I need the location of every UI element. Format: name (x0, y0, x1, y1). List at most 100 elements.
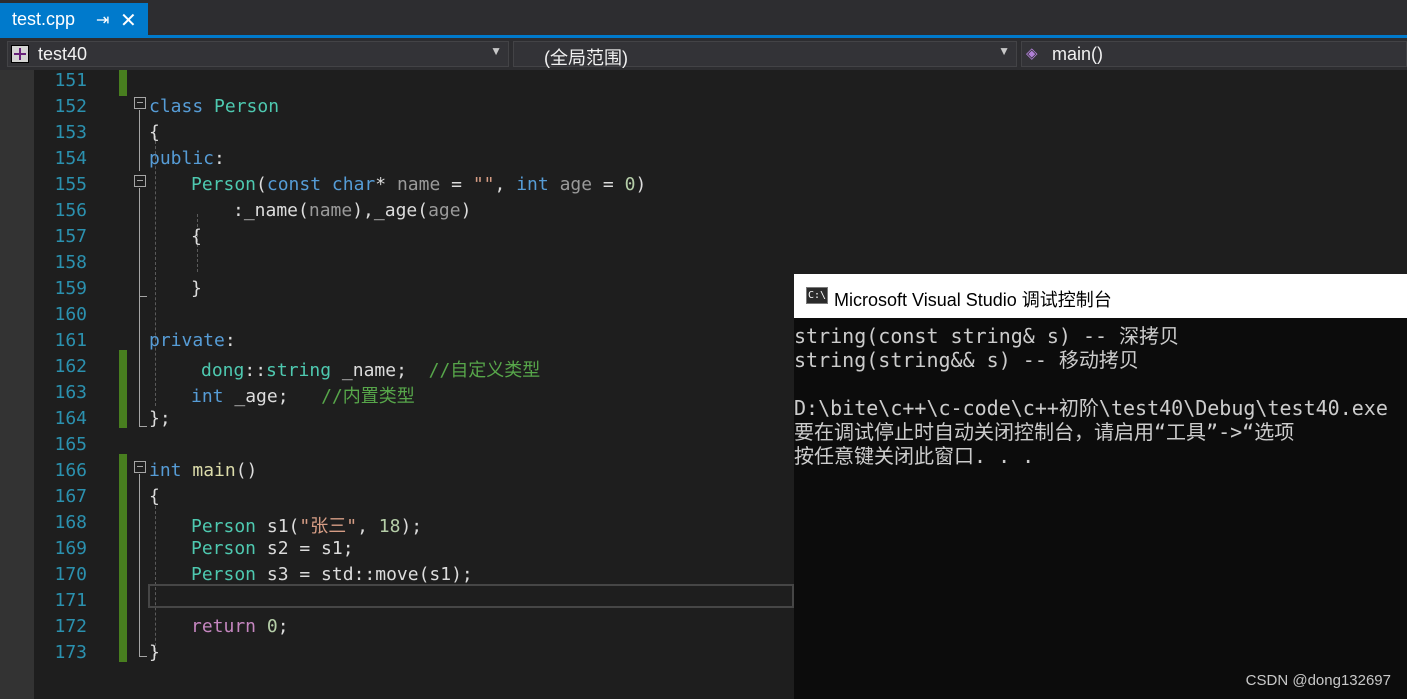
code-token: ( (256, 174, 267, 195)
code-line[interactable]: 156:_name(name),_age(age) (0, 200, 1407, 226)
code-text: class Person (149, 96, 279, 117)
line-number: 168 (54, 512, 87, 533)
code-token: Person (191, 516, 257, 537)
code-text: int main() (149, 460, 257, 481)
member-dropdown-label: main() (1052, 44, 1104, 64)
line-number: 170 (54, 564, 87, 585)
code-token: ) (460, 200, 472, 221)
code-line[interactable]: 152 class Person (0, 96, 1407, 122)
close-icon[interactable]: ✕ (120, 8, 137, 33)
chevron-down-icon: ▼ (490, 44, 502, 58)
code-token: name (396, 174, 441, 195)
line-number: 166 (54, 460, 87, 481)
code-text: { (191, 226, 202, 247)
code-text: Person s3 = std::move(s1); (191, 564, 473, 585)
code-token: , (357, 516, 379, 537)
code-token: : (214, 148, 225, 169)
code-token: ) (635, 174, 647, 195)
code-token: int (191, 386, 224, 407)
code-token: _name; (331, 360, 429, 381)
code-token: Person (191, 564, 257, 585)
code-token: { (149, 486, 160, 507)
code-token: ); (400, 516, 423, 537)
console-title-bar[interactable]: C:\ Microsoft Visual Studio 调试控制台 (794, 274, 1407, 318)
code-line[interactable]: 155 Person(const char* name = "", int age… (0, 174, 1407, 200)
code-token: main (192, 460, 236, 481)
line-number: 161 (54, 330, 87, 351)
code-token: int (516, 174, 549, 195)
code-token: , (494, 174, 517, 195)
code-token: char (331, 174, 376, 195)
code-token: :: (244, 360, 267, 381)
code-token: "" (472, 174, 495, 195)
document-tab-bar: test.cpp ⇥ ✕ (0, 0, 1407, 35)
member-dropdown[interactable]: ◈ main() (1021, 41, 1407, 67)
code-token: "张三" (299, 516, 358, 537)
line-number: 153 (54, 122, 87, 143)
console-app-icon: C:\ (806, 287, 828, 304)
code-token: s3 = std::move(s1); (256, 564, 473, 585)
code-text: return 0; (191, 616, 289, 637)
code-token: age (428, 200, 461, 221)
code-token: 0 (266, 616, 278, 637)
chevron-down-icon: ▼ (998, 44, 1010, 58)
code-token: 18 (378, 516, 401, 537)
code-token: s2 = s1; (256, 538, 354, 559)
console-output-line: 按任意键关闭此窗口. . . (794, 444, 1035, 468)
method-cube-icon: ◈ (1026, 45, 1038, 62)
console-output-line: string(string&& s) -- 移动拷贝 (794, 348, 1139, 372)
pin-icon[interactable]: ⇥ (96, 10, 109, 30)
scope-dropdown[interactable]: (全局范围) ▼ (513, 41, 1017, 68)
code-token: } (149, 642, 160, 663)
code-token: public (149, 148, 215, 169)
line-number: 172 (54, 616, 87, 637)
code-token: = (592, 174, 625, 195)
code-token: } (191, 278, 202, 299)
code-text: Person s1("张三", 18); (191, 512, 422, 538)
tab-test-cpp[interactable]: test.cpp ⇥ ✕ (0, 3, 148, 35)
code-token: Person (191, 538, 257, 559)
line-number: 173 (54, 642, 87, 663)
code-token: * (375, 174, 397, 195)
code-token: ; (277, 616, 289, 637)
code-text: public: (149, 148, 225, 169)
line-number: 169 (54, 538, 87, 559)
navigation-bar: test40 ▼ (全局范围) ▼ ◈ main() (0, 38, 1407, 70)
line-number: 167 (54, 486, 87, 507)
code-text: } (149, 642, 160, 663)
code-token: s1( (256, 516, 300, 537)
code-token: class (149, 96, 204, 117)
project-dropdown[interactable]: test40 ▼ (7, 41, 509, 67)
debug-console-window[interactable]: C:\ Microsoft Visual Studio 调试控制台 string… (794, 274, 1407, 699)
line-number: 152 (54, 96, 87, 117)
code-token: return (191, 616, 257, 637)
code-token: { (149, 122, 160, 143)
code-line[interactable]: 151 (0, 70, 1407, 96)
code-line[interactable]: 157 { (0, 226, 1407, 252)
line-number: 158 (54, 252, 87, 273)
line-number: 171 (54, 590, 87, 611)
code-line[interactable]: 154 public: (0, 148, 1407, 174)
code-token: 0 (624, 174, 636, 195)
line-number: 160 (54, 304, 87, 325)
code-token: const (266, 174, 322, 195)
console-title: Microsoft Visual Studio 调试控制台 (834, 290, 1112, 310)
code-token: }; (149, 408, 171, 429)
line-number: 154 (54, 148, 87, 169)
code-text: dong::string _name; //自定义类型 (201, 356, 540, 382)
code-line[interactable]: 153 { (0, 122, 1407, 148)
line-number: 159 (54, 278, 87, 299)
code-token: { (191, 226, 202, 247)
code-token: int (149, 460, 182, 481)
line-number: 157 (54, 226, 87, 247)
code-token: () (235, 460, 258, 481)
line-number: 151 (54, 70, 87, 91)
code-text: int _age; //内置类型 (191, 382, 415, 408)
code-text: } (191, 278, 202, 299)
code-token: dong (201, 360, 245, 381)
code-text: }; (149, 408, 171, 429)
code-text: Person s2 = s1; (191, 538, 354, 559)
line-number: 164 (54, 408, 87, 429)
